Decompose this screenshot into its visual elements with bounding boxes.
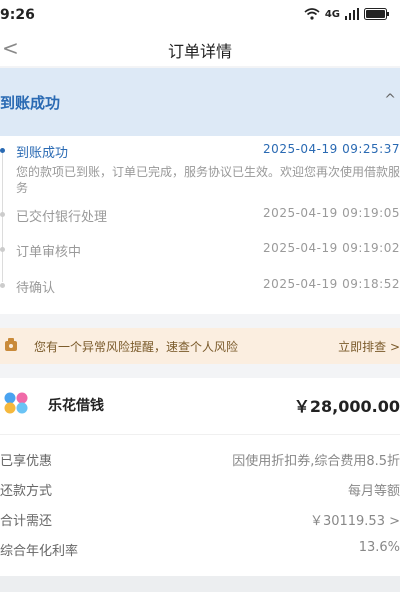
detail-row-total[interactable]: 合计需还 ￥30119.53 >	[0, 504, 400, 534]
timeline-time: 2025-04-19 09:19:05	[263, 206, 400, 220]
banner-title: 到账成功	[0, 94, 61, 112]
detail-key: 还款方式	[0, 484, 53, 499]
detail-row-apr: 综合年化利率 13.6%	[0, 534, 400, 564]
alarm-icon	[5, 338, 17, 351]
wifi-icon	[304, 8, 320, 20]
timeline-dot	[0, 212, 5, 217]
timeline-time: 2025-04-19 09:18:52	[263, 277, 400, 291]
timeline-dot	[0, 247, 5, 252]
product-logo-icon	[4, 392, 28, 414]
loan-amount: ￥28,000.00	[293, 397, 400, 416]
detail-key: 合计需还	[0, 514, 53, 529]
timeline-line	[2, 152, 3, 282]
chevron-up-icon[interactable]: ^	[384, 92, 396, 108]
timeline-dot	[0, 283, 5, 288]
detail-value[interactable]: ￥30119.53 >	[310, 510, 400, 529]
timeline-label: 到账成功	[16, 146, 69, 161]
timeline-dot	[0, 148, 5, 153]
status-bar: 9:26 4G	[0, 0, 400, 30]
page-title: 订单详情	[167, 42, 232, 61]
network-type: 4G	[324, 8, 340, 20]
detail-key: 综合年化利率	[0, 544, 79, 559]
detail-row-repayment: 还款方式 每月等额	[0, 474, 400, 504]
product-name: 乐花借钱	[48, 398, 104, 414]
risk-alert-text: 您有一个异常风险提醒，速查个人风险	[34, 340, 239, 354]
signal-icon	[345, 8, 359, 20]
product-row: 乐花借钱 ￥28,000.00	[0, 378, 400, 435]
nav-bar: < 订单详情	[0, 30, 400, 66]
timeline-time: 2025-04-19 09:19:02	[263, 241, 400, 255]
detail-value: 因使用折扣券,综合费用8.5折	[232, 454, 400, 469]
risk-alert-bar[interactable]: 您有一个异常风险提醒，速查个人风险 立即排查 >	[0, 328, 400, 364]
status-icons: 4G	[304, 8, 390, 20]
order-detail-card: 乐花借钱 ￥28,000.00 已享优惠 因使用折扣券,综合费用8.5折 还款方…	[0, 378, 400, 576]
timeline-label: 订单审核中	[16, 245, 82, 260]
risk-check-button[interactable]: 立即排查 >	[338, 338, 400, 355]
status-time: 9:26	[0, 7, 35, 23]
detail-value: 每月等额	[347, 484, 400, 499]
status-banner[interactable]: 到账成功 ^	[0, 68, 400, 136]
detail-value: 13.6%	[358, 540, 400, 555]
timeline-time: 2025-04-19 09:25:37	[263, 142, 400, 156]
detail-key: 已享优惠	[0, 454, 53, 469]
timeline-label: 待确认	[16, 281, 56, 296]
battery-icon	[364, 8, 389, 20]
order-timeline: 到账成功 2025-04-19 09:25:37 您的款项已到账，订单已完成，服…	[0, 136, 400, 314]
timeline-desc: 您的款项已到账，订单已完成，服务协议已生效。欢迎您再次使用借款服务	[16, 165, 400, 195]
timeline-label: 已交付银行处理	[16, 210, 108, 225]
bottom-spacer	[0, 576, 400, 592]
detail-row-discount: 已享优惠 因使用折扣券,综合费用8.5折	[0, 444, 400, 474]
